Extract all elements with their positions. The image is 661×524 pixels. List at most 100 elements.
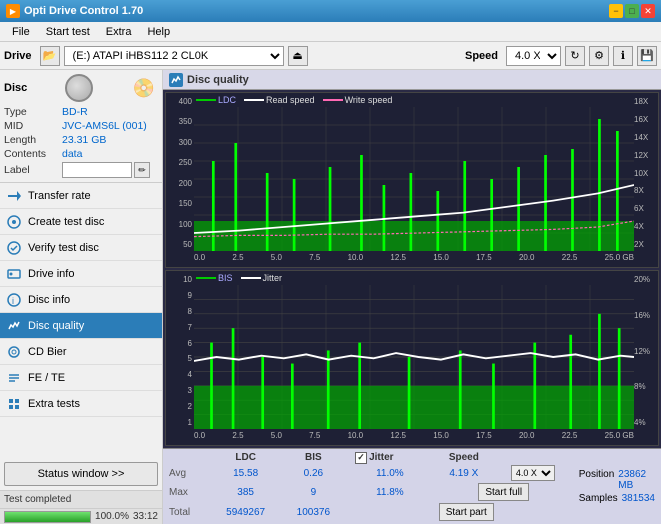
samples-label: Samples bbox=[579, 493, 618, 504]
minimize-button[interactable]: − bbox=[609, 4, 623, 18]
close-button[interactable]: ✕ bbox=[641, 4, 655, 18]
mid-value: JVC-AMS6L (001) bbox=[62, 120, 147, 132]
verify-test-disc-icon bbox=[6, 240, 22, 256]
nav-create-test-disc[interactable]: Create test disc bbox=[0, 209, 162, 235]
nav-disc-quality[interactable]: Disc quality bbox=[0, 313, 162, 339]
nav-verify-test-disc-label: Verify test disc bbox=[28, 242, 99, 254]
drive-select[interactable]: (E:) ATAPI iHBS112 2 CL0K bbox=[64, 46, 284, 66]
save-icon[interactable]: 💾 bbox=[637, 46, 657, 66]
nav-disc-info[interactable]: i Disc info bbox=[0, 287, 162, 313]
stats-row-max: Max 385 9 11.8% Start full bbox=[165, 482, 573, 502]
disc-section-label: Disc bbox=[4, 82, 27, 94]
progress-bar-container bbox=[4, 511, 91, 523]
start-full-button[interactable]: Start full bbox=[478, 483, 529, 501]
refresh-icon[interactable]: ↻ bbox=[565, 46, 585, 66]
avg-ldc: 15.58 bbox=[210, 464, 282, 482]
chart2-x-axis: 0.0 2.5 5.0 7.5 10.0 12.5 15.0 17.5 20.0… bbox=[194, 427, 634, 443]
nav-transfer-rate[interactable]: Transfer rate bbox=[0, 183, 162, 209]
nav-extra-tests-label: Extra tests bbox=[28, 398, 80, 410]
nav-verify-test-disc[interactable]: Verify test disc bbox=[0, 235, 162, 261]
progress-time: 33:12 bbox=[133, 511, 158, 522]
nav-drive-info[interactable]: Drive info bbox=[0, 261, 162, 287]
menu-file[interactable]: File bbox=[4, 24, 38, 40]
drive-browse-icon[interactable]: 📂 bbox=[40, 46, 60, 66]
chart1-x-axis: 0.0 2.5 5.0 7.5 10.0 12.5 15.0 17.5 20.0… bbox=[194, 249, 634, 265]
settings-icon[interactable]: ⚙ bbox=[589, 46, 609, 66]
contents-label: Contents bbox=[4, 148, 62, 160]
chart2-legend: BIS Jitter bbox=[196, 273, 282, 283]
transfer-rate-icon bbox=[6, 188, 22, 204]
app-title: Opti Drive Control 1.70 bbox=[24, 5, 143, 17]
maximize-button[interactable]: □ bbox=[625, 4, 639, 18]
avg-jitter: 11.0% bbox=[345, 464, 435, 482]
speed-label: Speed bbox=[465, 50, 498, 62]
nav-list: Transfer rate Create test disc Verify te… bbox=[0, 183, 162, 458]
length-label: Length bbox=[4, 134, 62, 146]
progress-bar-fill bbox=[5, 512, 90, 522]
title-bar: ▶ Opti Drive Control 1.70 − □ ✕ bbox=[0, 0, 661, 22]
info-icon[interactable]: ℹ bbox=[613, 46, 633, 66]
drive-label: Drive bbox=[4, 50, 32, 62]
total-bis: 100376 bbox=[282, 502, 345, 522]
menu-help[interactable]: Help bbox=[139, 24, 178, 40]
total-label: Total bbox=[165, 502, 210, 522]
stats-table: LDC BIS ✓ Jitter Speed bbox=[165, 451, 573, 522]
position-info: Position 23862 MB Samples 381534 bbox=[575, 451, 659, 522]
speed-select-stats[interactable]: 4.0 X bbox=[511, 465, 555, 481]
disc-icon bbox=[65, 74, 93, 102]
chart2-y-left: 10 9 8 7 6 5 4 3 2 1 bbox=[166, 271, 194, 427]
legend-bis: BIS bbox=[218, 273, 233, 283]
total-ldc: 5949267 bbox=[210, 502, 282, 522]
type-label: Type bbox=[4, 106, 62, 118]
label-input[interactable] bbox=[62, 162, 132, 178]
status-text: Test completed bbox=[4, 494, 71, 505]
col-bis: BIS bbox=[282, 451, 345, 464]
progress-percent: 100.0% bbox=[95, 511, 129, 522]
nav-fe-te[interactable]: FE / TE bbox=[0, 365, 162, 391]
col-ldc: LDC bbox=[210, 451, 282, 464]
nav-extra-tests[interactable]: Extra tests bbox=[0, 391, 162, 417]
content-area: Disc quality LDC Read speed bbox=[163, 70, 661, 524]
nav-disc-info-label: Disc info bbox=[28, 294, 70, 306]
fe-te-icon bbox=[6, 370, 22, 386]
nav-cd-bier[interactable]: CD Bier bbox=[0, 339, 162, 365]
max-bis: 9 bbox=[282, 482, 345, 502]
nav-disc-quality-label: Disc quality bbox=[28, 320, 84, 332]
stats-row-avg: Avg 15.58 0.26 11.0% 4.19 X 4.0 X bbox=[165, 464, 573, 482]
disc-quality-header: Disc quality bbox=[163, 70, 661, 90]
avg-speed: 4.19 X bbox=[435, 464, 493, 482]
max-ldc: 385 bbox=[210, 482, 282, 502]
avg-bis: 0.26 bbox=[282, 464, 345, 482]
menu-extra[interactable]: Extra bbox=[98, 24, 140, 40]
type-value: BD-R bbox=[62, 106, 88, 118]
label-edit-icon[interactable]: ✏ bbox=[134, 162, 150, 178]
chart1-legend: LDC Read speed Write speed bbox=[196, 95, 392, 105]
contents-value: data bbox=[62, 148, 82, 160]
create-test-disc-icon bbox=[6, 214, 22, 230]
start-part-button[interactable]: Start part bbox=[439, 503, 494, 521]
legend-write-speed: Write speed bbox=[345, 95, 393, 105]
menu-start-test[interactable]: Start test bbox=[38, 24, 98, 40]
progress-area: Test completed bbox=[0, 490, 162, 508]
drive-info-icon bbox=[6, 266, 22, 282]
app-icon: ▶ bbox=[6, 4, 20, 18]
disc-quality-header-icon bbox=[169, 73, 183, 87]
disc-quality-icon bbox=[6, 318, 22, 334]
disc-action-icon[interactable]: 📀 bbox=[130, 74, 158, 102]
cd-bier-icon bbox=[6, 344, 22, 360]
progress-bar-row: 100.0% 33:12 bbox=[0, 508, 162, 524]
chart1-y-right: 18X 16X 14X 12X 10X 8X 6X 4X 2X bbox=[634, 93, 658, 249]
bottom-stats: LDC BIS ✓ Jitter Speed bbox=[163, 448, 661, 524]
drive-toolbar: Drive 📂 (E:) ATAPI iHBS112 2 CL0K ⏏ Spee… bbox=[0, 42, 661, 70]
label-field-label: Label bbox=[4, 164, 62, 176]
charts-area: LDC Read speed Write speed 400 350 30 bbox=[163, 90, 661, 448]
nav-transfer-rate-label: Transfer rate bbox=[28, 190, 91, 202]
jitter-checkbox[interactable]: ✓ bbox=[355, 452, 367, 464]
chart-bis: BIS Jitter 10 9 8 7 6 5 4 3 bbox=[165, 270, 659, 446]
chart2-svg bbox=[194, 285, 634, 429]
status-window-button[interactable]: Status window >> bbox=[4, 462, 158, 486]
speed-select[interactable]: 4.0 X 8.0 X 2.0 X bbox=[506, 46, 561, 66]
svg-text:i: i bbox=[12, 296, 14, 306]
jitter-label: Jitter bbox=[369, 452, 393, 463]
eject-icon[interactable]: ⏏ bbox=[288, 46, 308, 66]
